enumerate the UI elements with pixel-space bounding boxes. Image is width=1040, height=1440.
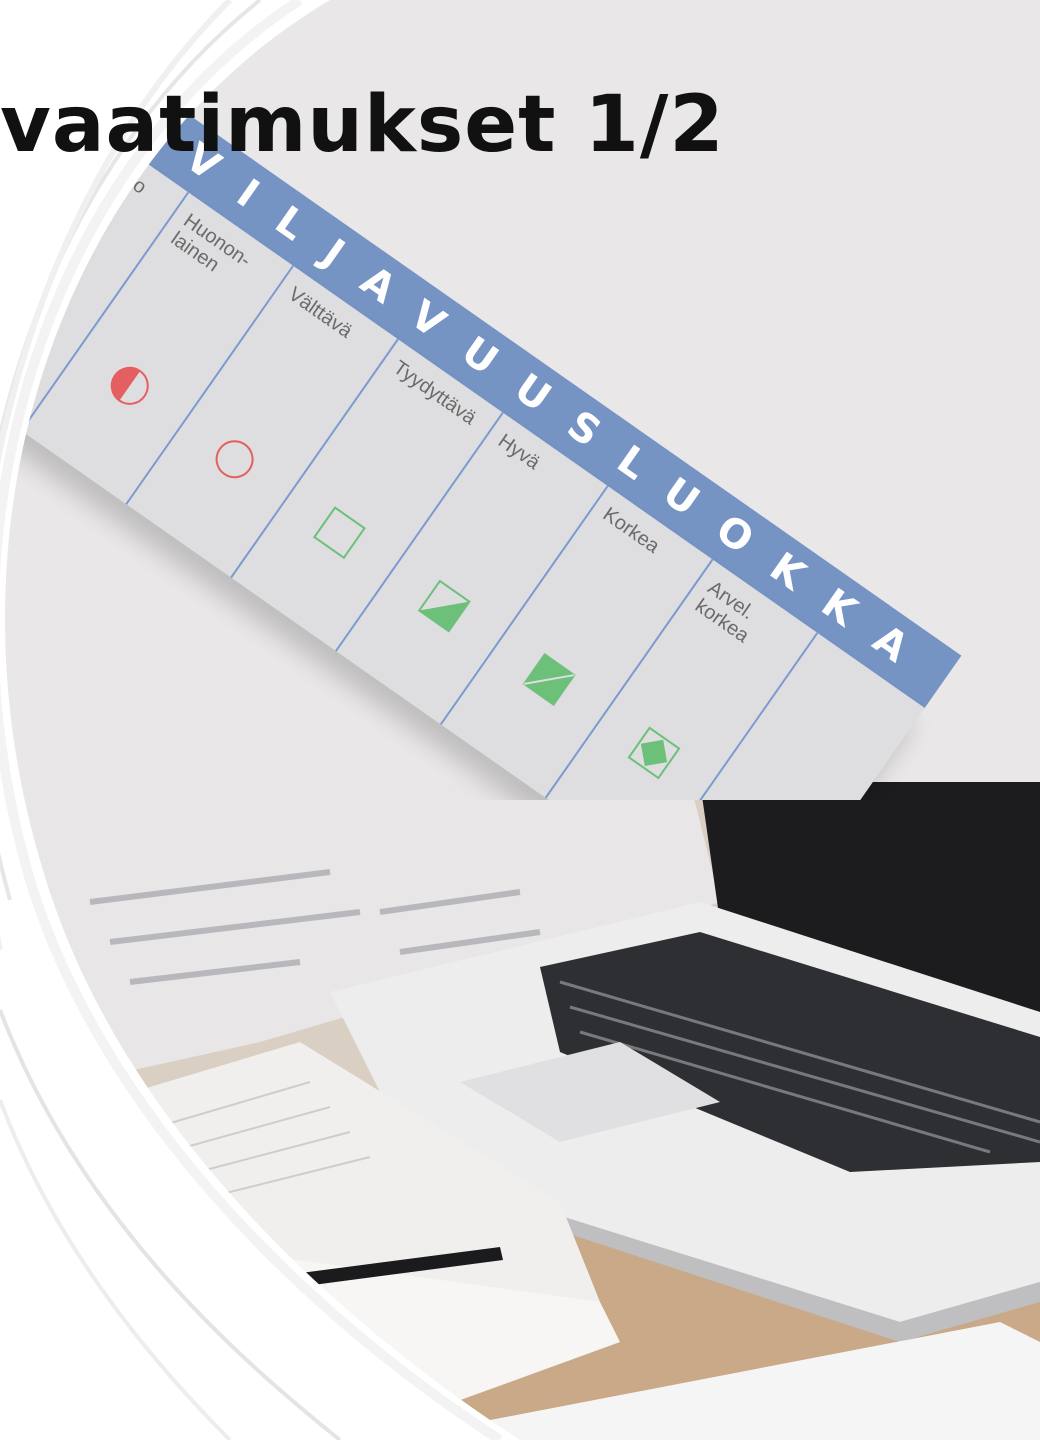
half-filled-green-square-icon (417, 579, 471, 633)
slide: VILJAVUUSLUOKKA o Huonon- lainen Välttäv… (0, 0, 1040, 1440)
empty-red-circle-icon (215, 440, 254, 479)
filled-green-diamond-square-icon (627, 726, 681, 780)
slide-title: vaatimukset 1/2 (0, 80, 725, 170)
half-filled-red-circle-icon (110, 366, 149, 405)
strip-body: o Huonon- lainen Välttävä Tyydyttävä Hyv… (0, 123, 925, 800)
empty-green-square-icon (312, 506, 366, 560)
soil-class-strip: VILJAVUUSLUOKKA o Huonon- lainen Välttäv… (0, 105, 962, 800)
filled-green-square-icon (522, 653, 576, 706)
laptop-desk-photo (0, 782, 1040, 1440)
